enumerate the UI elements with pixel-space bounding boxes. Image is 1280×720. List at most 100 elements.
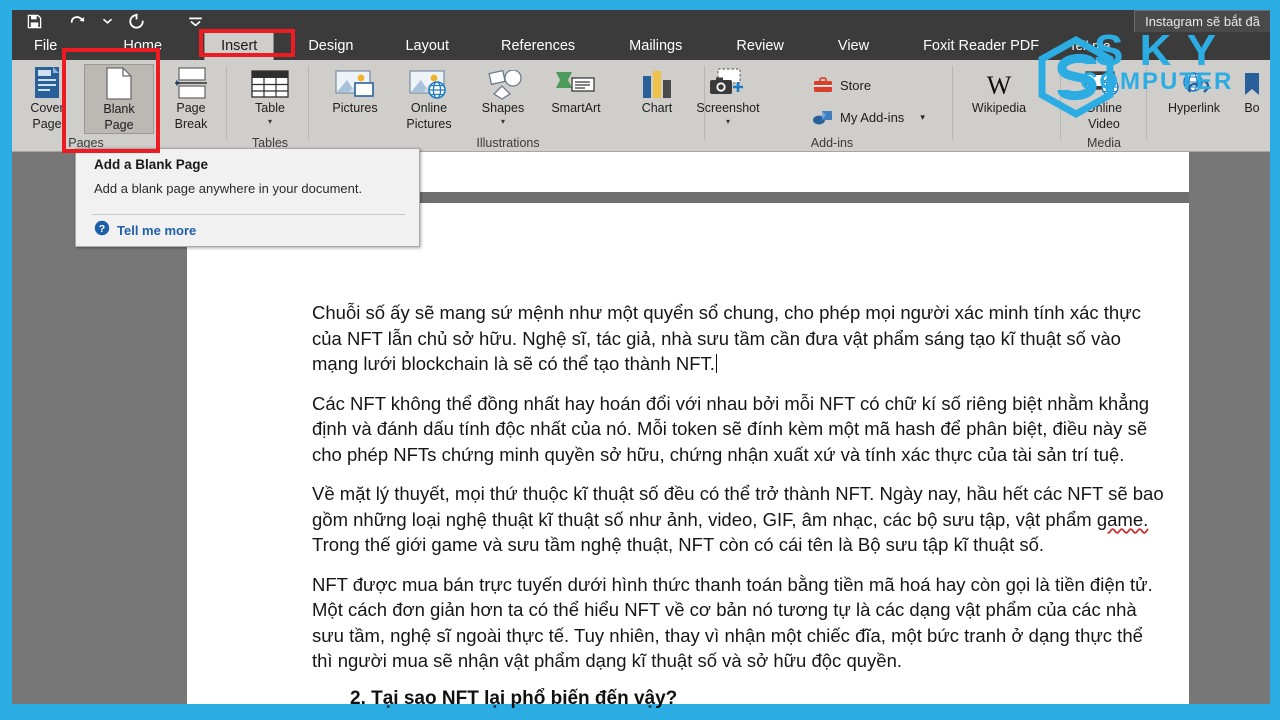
cover-page-icon [31, 64, 63, 100]
wikipedia-label: Wikipedia [971, 101, 1027, 115]
hyperlink-label: Hyperlink [1167, 101, 1221, 115]
cover-page-label-line1: Cover [30, 101, 64, 115]
my-addins-chevron-down-icon[interactable]: ▾ [920, 112, 925, 123]
store-icon [812, 75, 834, 95]
smartart-icon [554, 64, 598, 100]
online-video-label-line1: Online [1085, 101, 1123, 115]
chart-label: Chart [641, 101, 673, 115]
my-addins-button[interactable]: My Add-ins ▾ [812, 104, 925, 130]
para-before: Về mặt lý thuyết, mọi thứ thuộc kĩ thuật… [312, 483, 1164, 530]
ribbon-group-media: Online Video Media [1062, 60, 1147, 152]
browser-chrome-top [0, 0, 1280, 10]
shapes-button[interactable]: Shapes ▾ [468, 64, 538, 134]
repeat-button[interactable] [114, 10, 158, 32]
cover-page-label-line2: Page [32, 116, 62, 131]
paragraph: NFT được mua bán trực tuyến dưới hình th… [312, 573, 1153, 672]
svg-text:W: W [987, 71, 1012, 100]
group-separator [952, 66, 953, 140]
para-after: Trong thế giới game và sưu tầm nghệ thuậ… [312, 534, 1045, 555]
insert-tab-highlight-box [199, 29, 295, 57]
tell-me-box[interactable]: Tell me [1061, 32, 1118, 60]
paragraph: Chuỗi số ấy sẽ mang sứ mệnh như một quyể… [312, 302, 1141, 374]
misspelled-word[interactable]: game. [1097, 509, 1148, 530]
my-addins-icon [812, 107, 834, 127]
online-pictures-label-line1: Online [410, 101, 448, 115]
bookmark-label: Bo [1244, 101, 1260, 115]
browser-tab-title[interactable]: Instagram sẽ bắt đầ [1134, 10, 1270, 32]
tooltip-divider [92, 214, 405, 215]
pictures-icon [335, 64, 375, 100]
smartart-button[interactable]: SmartArt [536, 64, 616, 134]
group-separator [704, 66, 705, 140]
tab-review[interactable]: Review [720, 32, 800, 60]
store-label: Store [840, 77, 872, 93]
tooltip-body: Add a blank page anywhere in your docume… [94, 181, 363, 196]
hyperlink-button[interactable]: Hyperlink [1154, 64, 1234, 134]
text-cursor [715, 354, 717, 373]
bookmark-icon [1241, 64, 1263, 100]
quick-access-toolbar [12, 10, 202, 32]
group-separator [308, 66, 309, 140]
ribbon-body: Cover Page Blank Page Page Break Pages T… [12, 60, 1270, 152]
page-break-label-line1: Page [176, 101, 206, 115]
browser-chrome-left [0, 0, 12, 720]
document-heading: 2. Tại sao NFT lại phổ biến đến vậy? [350, 687, 678, 709]
page-break-icon [174, 64, 208, 100]
ribbon-group-illustrations: Pictures Online Pictures Shapes ▾ SmartA… [312, 60, 760, 152]
wikipedia-button[interactable]: W Wikipedia [956, 64, 1042, 134]
app-window: Instagram sẽ bắt đầ File Home Insert Des… [0, 0, 1280, 720]
pictures-button[interactable]: Pictures [320, 64, 390, 134]
shapes-label: Shapes [481, 101, 525, 115]
online-pictures-label-line2: Pictures [406, 116, 452, 131]
blank-page-tooltip: Add a Blank Page Add a blank page anywhe… [75, 148, 420, 247]
shapes-icon [482, 64, 524, 100]
tab-design[interactable]: Design [292, 32, 369, 60]
group-title-addins: Add-ins [810, 136, 854, 150]
tell-me-more-label: Tell me more [117, 223, 197, 238]
undo-button[interactable] [56, 10, 100, 32]
group-title-media: Media [1086, 136, 1122, 150]
hyperlink-icon [1176, 64, 1212, 100]
bookmark-button[interactable]: Bo [1230, 64, 1274, 134]
online-video-label-line2: Video [1088, 116, 1120, 131]
page-break-button[interactable]: Page Break [156, 64, 226, 134]
ribbon-group-addins: Store My Add-ins ▾ W Wikipedia Add-ins [712, 60, 1061, 152]
online-pictures-icon [409, 64, 449, 100]
tab-references[interactable]: References [485, 32, 591, 60]
table-icon [251, 64, 289, 100]
save-button[interactable] [12, 10, 56, 32]
table-label: Table [255, 101, 285, 115]
group-separator [226, 66, 227, 140]
ribbon-group-tables: Table ▾ Tables [232, 60, 309, 152]
chart-icon [640, 64, 674, 100]
online-video-button[interactable]: Online Video [1069, 64, 1139, 134]
document-text-body[interactable]: Chuỗi số ấy sẽ mang sứ mệnh như một quyể… [312, 300, 1167, 710]
smartart-label: SmartArt [551, 101, 601, 115]
svg-text:?: ? [99, 223, 105, 235]
group-separator [1146, 66, 1147, 140]
paragraph: Các NFT không thể đồng nhất hay hoán đổi… [312, 392, 1150, 465]
help-circle-icon: ? [94, 220, 110, 241]
online-pictures-button[interactable]: Online Pictures [394, 64, 464, 134]
wikipedia-icon: W [981, 64, 1017, 100]
tab-mailings[interactable]: Mailings [613, 32, 698, 60]
ribbon-group-links: Hyperlink Bo [1152, 60, 1270, 152]
page-break-label-line2: Break [174, 116, 208, 131]
pictures-label: Pictures [332, 101, 378, 115]
store-button[interactable]: Store [812, 72, 871, 98]
tooltip-title: Add a Blank Page [94, 157, 209, 172]
my-addins-label: My Add-ins [840, 109, 905, 125]
tab-layout[interactable]: Layout [389, 32, 465, 60]
tell-me-more-link[interactable]: ? Tell me more [94, 220, 196, 241]
online-video-icon [1084, 64, 1124, 100]
table-button[interactable]: Table ▾ [235, 64, 305, 134]
tab-view[interactable]: View [822, 32, 885, 60]
shapes-chevron-down-icon[interactable]: ▾ [501, 117, 505, 125]
undo-dropdown-chevron-down-icon[interactable] [100, 10, 114, 32]
blank-page-highlight-box [62, 48, 160, 153]
ribbon-tabs: File Home Insert Design Layout Reference… [12, 32, 1118, 60]
paragraph-with-spellcheck: Về mặt lý thuyết, mọi thứ thuộc kĩ thuật… [312, 481, 1167, 558]
group-separator [1060, 66, 1061, 140]
table-chevron-down-icon[interactable]: ▾ [268, 117, 272, 125]
tab-foxit-reader-pdf[interactable]: Foxit Reader PDF [907, 32, 1055, 60]
